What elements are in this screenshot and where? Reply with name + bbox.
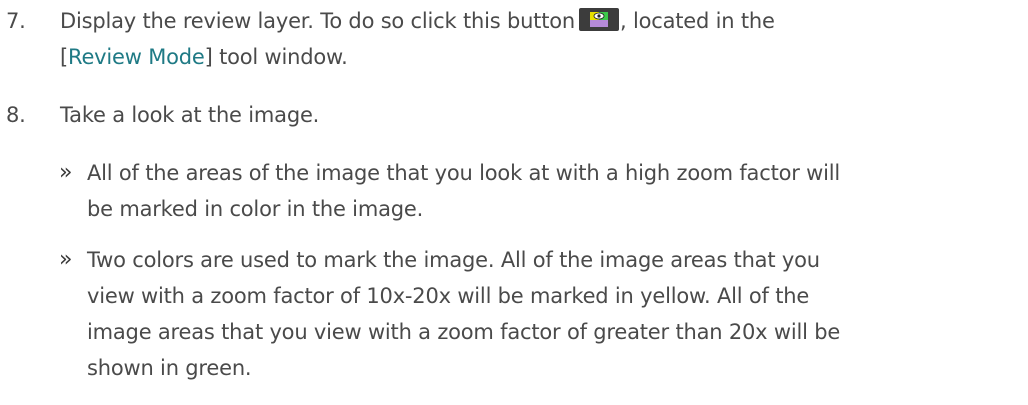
- bullet-line: view with a zoom factor of 10x-20x will …: [87, 284, 810, 308]
- double-chevron-icon: »: [59, 160, 73, 185]
- bullet-line: shown in green.: [87, 356, 252, 380]
- step-8-line-1: Take a look at the image.: [60, 103, 320, 127]
- bullet-line: image areas that you view with a zoom fa…: [87, 320, 841, 344]
- step-text: Display the review layer. To do so click…: [60, 3, 775, 75]
- bullet-text: Two colors are used to mark the image. A…: [87, 242, 1022, 386]
- step-7-text-after: , located in the: [620, 9, 775, 33]
- step-number: 7.: [6, 9, 26, 33]
- bullet-line: Two colors are used to mark the image. A…: [87, 248, 820, 272]
- review-layer-icon[interactable]: [579, 6, 620, 31]
- step-7-line-2: [Review Mode] tool window.: [60, 39, 775, 75]
- bracket-open: [: [60, 45, 68, 69]
- step-7-text-before: Display the review layer. To do so click…: [60, 9, 576, 33]
- bullet-text: All of the areas of the image that you l…: [87, 155, 1022, 227]
- step-7-line-1: Display the review layer. To do so click…: [60, 3, 775, 39]
- step-text: Take a look at the image.: [60, 97, 319, 133]
- double-chevron-icon: »: [59, 247, 73, 272]
- step-number: 8.: [6, 103, 26, 127]
- bullet-line: All of the areas of the image that you l…: [87, 161, 841, 185]
- bracket-close-text: ] tool window.: [204, 45, 348, 69]
- review-mode-link[interactable]: Review Mode: [68, 45, 205, 69]
- bullet-line: be marked in color in the image.: [87, 197, 424, 221]
